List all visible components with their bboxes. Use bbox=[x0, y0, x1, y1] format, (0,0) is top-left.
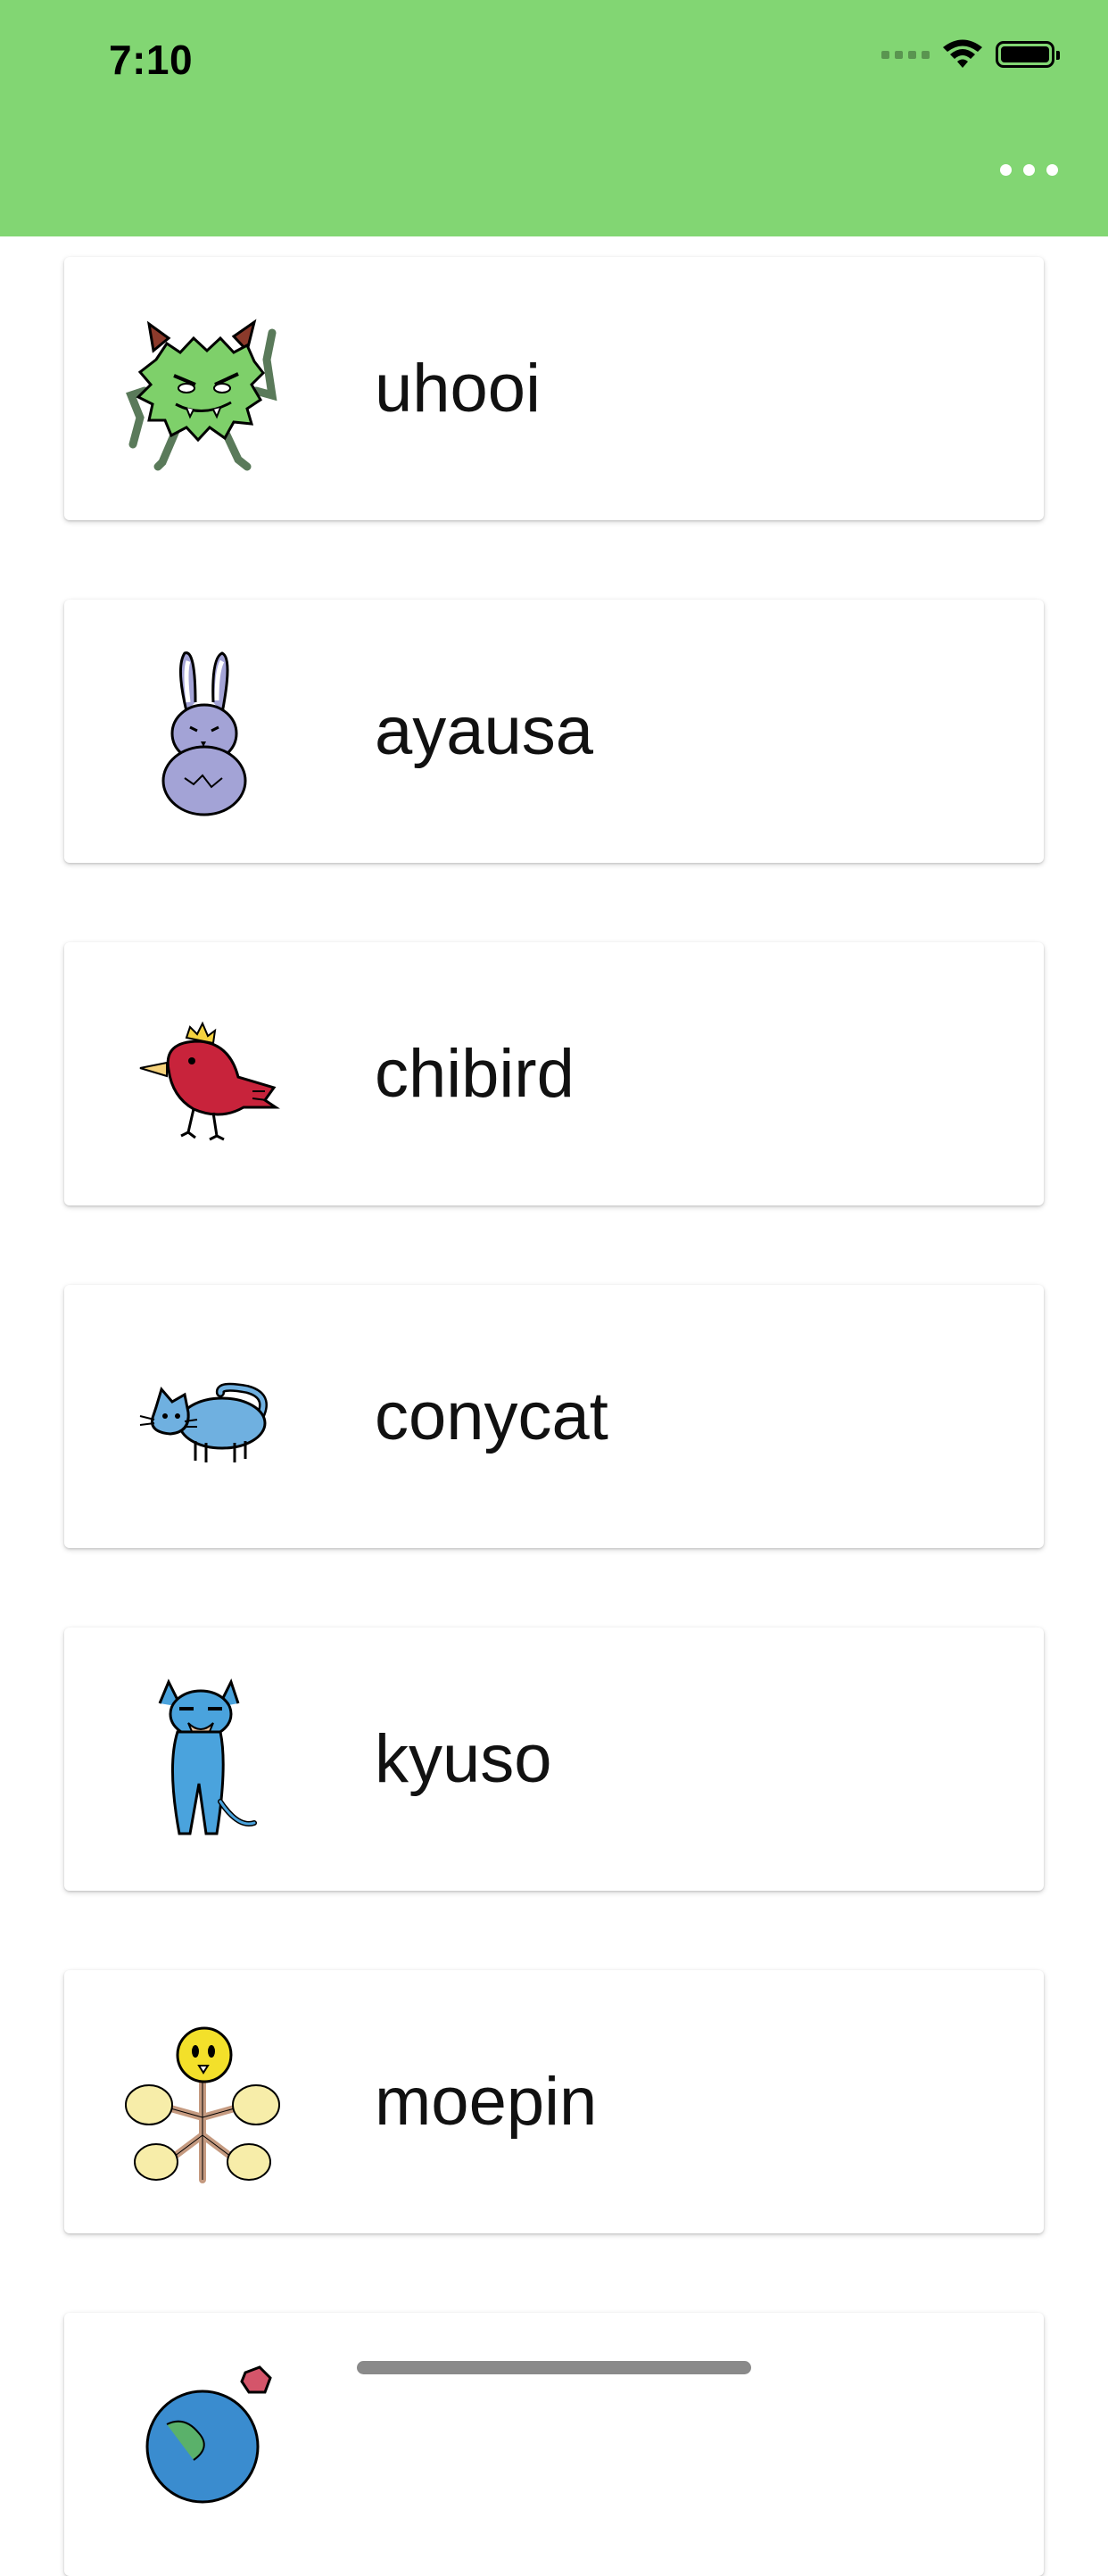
character-name: uhooi bbox=[375, 351, 541, 427]
battery-icon bbox=[996, 41, 1060, 68]
character-list: uhooi ayausa chibird conycat kyuso moepi… bbox=[0, 0, 1108, 2576]
green-horned-monster-icon bbox=[113, 306, 292, 476]
character-card-ayausa[interactable]: ayausa bbox=[64, 600, 1044, 863]
red-bird-icon bbox=[113, 991, 292, 1161]
status-icons bbox=[881, 39, 1060, 70]
blue-cat-icon bbox=[113, 1334, 292, 1503]
blue-planet-creature-icon bbox=[113, 2362, 292, 2531]
character-card-uhooi[interactable]: uhooi bbox=[64, 257, 1044, 520]
more-horizontal-icon bbox=[1000, 164, 1012, 176]
character-card-chibird[interactable]: chibird bbox=[64, 942, 1044, 1205]
character-card-conycat[interactable]: conycat bbox=[64, 1285, 1044, 1548]
character-name: conycat bbox=[375, 1379, 608, 1454]
character-name: kyuso bbox=[375, 1721, 552, 1797]
more-options-button[interactable] bbox=[995, 159, 1063, 181]
character-name: ayausa bbox=[375, 693, 594, 769]
wifi-icon bbox=[943, 39, 982, 68]
home-indicator[interactable] bbox=[357, 2361, 751, 2374]
purple-rabbit-icon bbox=[113, 649, 292, 818]
yellow-flower-creature-icon bbox=[113, 2019, 292, 2189]
status-time: 7:10 bbox=[109, 37, 194, 83]
character-card-kyuso[interactable]: kyuso bbox=[64, 1628, 1044, 1891]
character-card-moepin[interactable]: moepin bbox=[64, 1970, 1044, 2233]
character-name: moepin bbox=[375, 2064, 598, 2140]
app-bar: 7:10 bbox=[0, 0, 1108, 236]
blue-mouse-icon bbox=[113, 1677, 292, 1846]
cellular-signal-icon bbox=[881, 50, 930, 59]
character-name: chibird bbox=[375, 1036, 575, 1112]
character-card-partial[interactable] bbox=[64, 2313, 1044, 2576]
